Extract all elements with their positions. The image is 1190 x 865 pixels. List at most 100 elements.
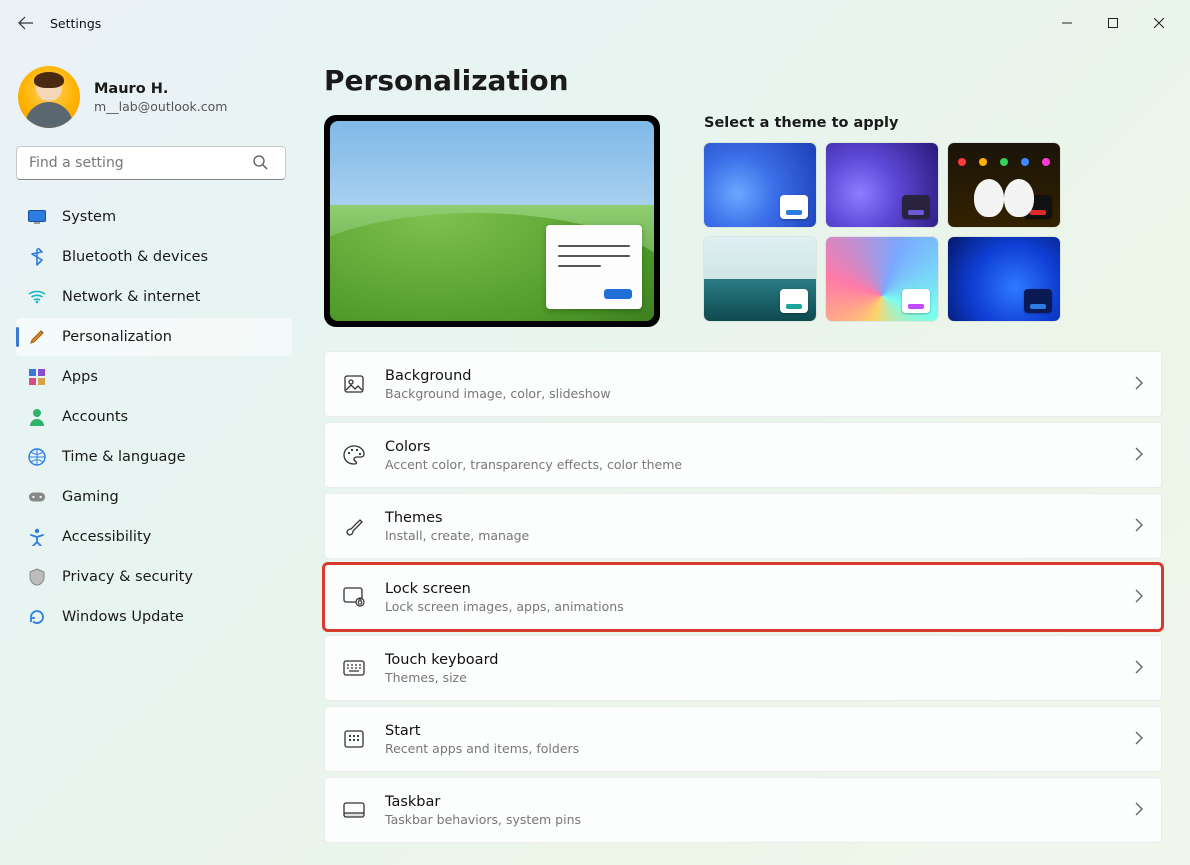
close-button[interactable] xyxy=(1136,7,1182,39)
theme-grid xyxy=(704,143,1162,321)
start-icon xyxy=(343,728,365,750)
theme-tile[interactable] xyxy=(948,237,1060,321)
search-icon xyxy=(252,154,268,174)
sidebar-item-bluetooth[interactable]: Bluetooth & devices xyxy=(16,238,292,276)
sidebar-item-label: Network & internet xyxy=(62,289,200,305)
accessibility-icon xyxy=(28,528,46,546)
chevron-right-icon xyxy=(1135,730,1143,749)
row-title: Colors xyxy=(385,439,1115,455)
sidebar-item-label: System xyxy=(62,209,116,225)
theme-tile[interactable] xyxy=(704,143,816,227)
sidebar-item-accessibility[interactable]: Accessibility xyxy=(16,518,292,556)
sidebar-item-system[interactable]: System xyxy=(16,198,292,236)
minimize-button[interactable] xyxy=(1044,7,1090,39)
brush-icon xyxy=(343,515,365,537)
settings-list: Background Background image, color, slide… xyxy=(324,351,1162,856)
sidebar-item-time-language[interactable]: Time & language xyxy=(16,438,292,476)
row-title: Touch keyboard xyxy=(385,652,1115,668)
bluetooth-icon xyxy=(28,248,46,266)
window-buttons xyxy=(1044,7,1182,39)
person-icon xyxy=(28,408,46,426)
gamepad-icon xyxy=(28,488,46,506)
chevron-right-icon xyxy=(1135,659,1143,678)
theme-tile[interactable] xyxy=(948,143,1060,227)
apps-icon xyxy=(28,368,46,386)
app-title: Settings xyxy=(50,16,101,31)
sidebar-item-label: Accessibility xyxy=(62,529,151,545)
globe-clock-icon xyxy=(28,448,46,466)
desktop-preview[interactable] xyxy=(324,115,660,327)
back-button[interactable] xyxy=(8,5,44,41)
row-start[interactable]: Start Recent apps and items, folders xyxy=(324,706,1162,772)
chevron-right-icon xyxy=(1135,801,1143,820)
row-subtitle: Background image, color, slideshow xyxy=(385,386,1115,401)
row-background[interactable]: Background Background image, color, slide… xyxy=(324,351,1162,417)
arrow-left-icon xyxy=(18,15,34,31)
row-taskbar[interactable]: Taskbar Taskbar behaviors, system pins xyxy=(324,777,1162,843)
maximize-icon xyxy=(1108,18,1118,28)
row-lock-screen[interactable]: Lock screenLock screen images, apps, ani… xyxy=(324,564,1162,630)
sidebar-item-personalization[interactable]: Personalization xyxy=(16,318,292,356)
sidebar-item-network[interactable]: Network & internet xyxy=(16,278,292,316)
themes-column: Select a theme to apply xyxy=(704,115,1162,327)
sidebar-item-privacy[interactable]: Privacy & security xyxy=(16,558,292,596)
sidebar-item-apps[interactable]: Apps xyxy=(16,358,292,396)
page-title: Personalization xyxy=(324,64,1162,97)
preview-window-icon xyxy=(546,225,642,309)
sidebar: Mauro H. m__lab@outlook.com System Bluet… xyxy=(0,46,300,865)
wifi-icon xyxy=(28,288,46,306)
row-subtitle: Install, create, manage xyxy=(385,528,1115,543)
lock-screen-icon xyxy=(343,586,365,608)
sidebar-item-windows-update[interactable]: Windows Update xyxy=(16,598,292,636)
sidebar-item-gaming[interactable]: Gaming xyxy=(16,478,292,516)
maximize-button[interactable] xyxy=(1090,7,1136,39)
chevron-right-icon xyxy=(1135,375,1143,394)
chevron-right-icon xyxy=(1135,446,1143,465)
display-icon xyxy=(28,208,46,226)
paintbrush-icon xyxy=(28,328,46,346)
hero-row: Select a theme to apply xyxy=(324,115,1162,327)
row-title: Taskbar xyxy=(385,794,1115,810)
sidebar-item-label: Accounts xyxy=(62,409,128,425)
search-wrap xyxy=(16,146,286,180)
theme-tile[interactable] xyxy=(826,143,938,227)
row-title: Background xyxy=(385,368,1115,384)
profile-email: m__lab@outlook.com xyxy=(94,99,227,114)
themes-heading: Select a theme to apply xyxy=(704,115,1162,131)
row-title: Themes xyxy=(385,510,1115,526)
sidebar-item-label: Windows Update xyxy=(62,609,184,625)
taskbar-icon xyxy=(343,799,365,821)
chevron-right-icon xyxy=(1135,588,1143,607)
shield-icon xyxy=(28,568,46,586)
titlebar: Settings xyxy=(0,0,1190,46)
row-subtitle: Recent apps and items, folders xyxy=(385,741,1115,756)
row-themes[interactable]: Themes Install, create, manage xyxy=(324,493,1162,559)
sidebar-item-label: Gaming xyxy=(62,489,119,505)
row-subtitle: Accent color, transparency effects, colo… xyxy=(385,457,1115,472)
sidebar-item-accounts[interactable]: Accounts xyxy=(16,398,292,436)
row-subtitle: Taskbar behaviors, system pins xyxy=(385,812,1115,827)
theme-tile[interactable] xyxy=(704,237,816,321)
sidebar-item-label: Personalization xyxy=(62,329,172,345)
keyboard-icon xyxy=(343,657,365,679)
row-subtitle: Themes, size xyxy=(385,670,1115,685)
row-title: Start xyxy=(385,723,1115,739)
avatar xyxy=(18,66,80,128)
row-title: Lock screen xyxy=(385,581,1115,597)
row-colors[interactable]: Colors Accent color, transparency effects… xyxy=(324,422,1162,488)
search-input[interactable] xyxy=(16,146,286,180)
sidebar-item-label: Bluetooth & devices xyxy=(62,249,208,265)
sidebar-item-label: Privacy & security xyxy=(62,569,193,585)
minimize-icon xyxy=(1062,18,1072,28)
theme-tile[interactable] xyxy=(826,237,938,321)
row-touch-keyboard[interactable]: Touch keyboard Themes, size xyxy=(324,635,1162,701)
sidebar-nav: System Bluetooth & devices Network & int… xyxy=(16,198,292,636)
picture-icon xyxy=(343,373,365,395)
sidebar-item-label: Time & language xyxy=(62,449,186,465)
chevron-right-icon xyxy=(1135,517,1143,536)
update-icon xyxy=(28,608,46,626)
palette-icon xyxy=(343,444,365,466)
content: Personalization Select a theme to apply xyxy=(300,46,1190,865)
profile-block[interactable]: Mauro H. m__lab@outlook.com xyxy=(18,66,288,128)
close-icon xyxy=(1154,18,1164,28)
